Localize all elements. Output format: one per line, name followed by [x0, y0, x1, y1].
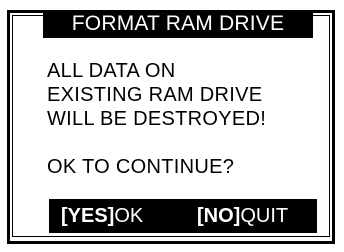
ok-label: OK	[114, 205, 144, 227]
message-line: ALL DATA ON	[47, 60, 176, 82]
warning-message: ALL DATA ON EXISTING RAM DRIVE WILL BE D…	[47, 59, 266, 179]
yes-key-label: [YES]	[61, 205, 115, 227]
message-line: EXISTING RAM DRIVE	[47, 84, 263, 106]
message-spacer	[47, 131, 266, 155]
quit-label: QUIT	[240, 205, 289, 227]
yes-ok-button[interactable]: [YES]OK	[61, 199, 143, 233]
dialog-title: FORMAT RAM DRIVE	[43, 10, 313, 38]
no-quit-button[interactable]: [NO]QUIT	[197, 199, 288, 233]
format-ram-drive-dialog: FORMAT RAM DRIVE ALL DATA ON EXISTING RA…	[7, 10, 335, 244]
no-key-label: [NO]	[197, 205, 241, 227]
action-bar: [YES]OK [NO]QUIT	[49, 199, 317, 233]
message-line: WILL BE DESTROYED!	[47, 108, 267, 130]
continue-prompt: OK TO CONTINUE?	[47, 156, 235, 178]
